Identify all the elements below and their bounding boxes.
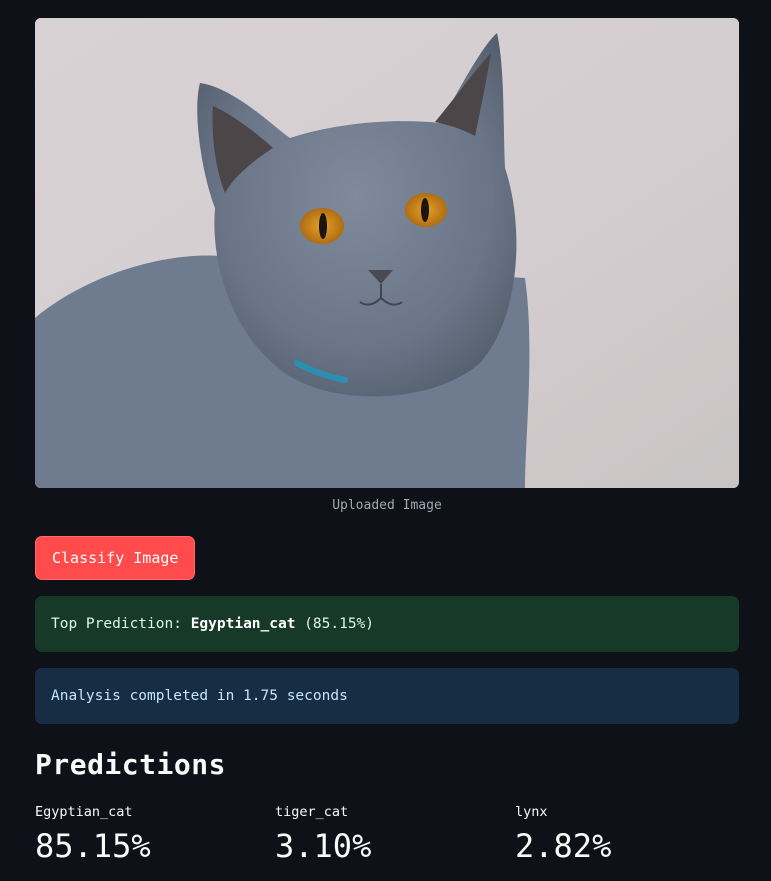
prediction-value: 85.15% xyxy=(35,827,151,865)
top-prediction-prefix: Top Prediction: xyxy=(51,616,191,632)
prediction-label: tiger_cat xyxy=(275,804,349,820)
predictions-heading: Predictions xyxy=(35,748,226,781)
prediction-metric: lynx 2.82% xyxy=(515,804,735,866)
image-caption: Uploaded Image xyxy=(332,498,442,513)
top-prediction-score: (85.15%) xyxy=(295,616,375,632)
analysis-time-alert: Analysis completed in 1.75 seconds xyxy=(35,668,739,724)
classify-image-button[interactable]: Classify Image xyxy=(35,536,196,580)
analysis-time-text: Analysis completed in 1.75 seconds xyxy=(51,688,348,704)
top-prediction-alert: Top Prediction: Egyptian_cat (85.15%) xyxy=(35,596,739,652)
uploaded-image xyxy=(35,18,739,488)
top-prediction-label: Egyptian_cat xyxy=(190,616,296,632)
prediction-value: 2.82% xyxy=(515,827,612,865)
prediction-label: Egyptian_cat xyxy=(35,804,133,820)
prediction-label: lynx xyxy=(515,804,548,820)
prediction-metric: Egyptian_cat 85.15% xyxy=(35,804,255,866)
app-page: Uploaded Image Classify Image Top Predic… xyxy=(0,0,771,881)
cat-photo xyxy=(35,18,739,488)
prediction-value: 3.10% xyxy=(275,827,372,865)
prediction-metric: tiger_cat 3.10% xyxy=(275,804,495,866)
